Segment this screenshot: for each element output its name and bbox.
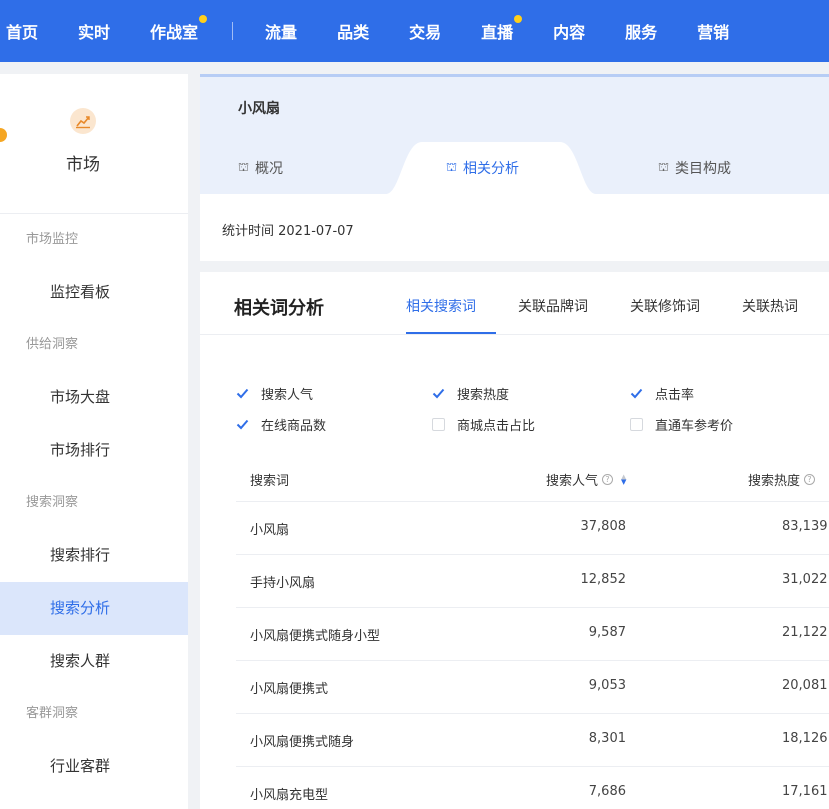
analysis-title: 相关词分析 — [234, 298, 324, 319]
bag-icon: ⛫ — [658, 160, 670, 174]
checkbox-empty-icon — [432, 418, 445, 431]
nav-home[interactable]: 首页 — [6, 19, 38, 43]
tab-category-composition[interactable]: ⛫ 类目构成 — [658, 158, 731, 178]
product-header: 小风扇 ⛫ 概况 ⛫ 相关分析 ⛫ 类目构成 — [200, 74, 829, 194]
tab-overview[interactable]: ⛫ 概况 — [238, 158, 283, 178]
checkmark-icon — [630, 387, 643, 400]
sidebar-item-market-ranking[interactable]: 市场排行 — [0, 424, 188, 477]
nav-marketing[interactable]: 营销 — [697, 19, 729, 43]
popularity-cell: 37,808 — [580, 519, 627, 534]
checkbox-search-popularity[interactable]: 搜索人气 — [236, 384, 313, 403]
popularity-cell: 9,587 — [588, 625, 626, 640]
keyword-cell: 手持小风扇 — [250, 576, 316, 591]
heat-cell: 18,126 — [782, 731, 828, 746]
top-navigation: 首页 实时 作战室 流量 品类 交易 直播 内容 服务 营销 — [0, 0, 829, 62]
heat-cell: 83,139 — [782, 519, 828, 534]
checkbox-search-heat[interactable]: 搜索热度 — [432, 384, 509, 403]
heat-cell: 20,081 — [782, 678, 828, 693]
nav-content[interactable]: 内容 — [553, 19, 585, 43]
sidebar: 市场 市场监控 监控看板 供给洞察 市场大盘 市场排行 搜索洞察 搜索排行 搜索… — [0, 74, 188, 809]
sidebar-item-search-ranking[interactable]: 搜索排行 — [0, 529, 188, 582]
nav-war-room[interactable]: 作战室 — [150, 15, 208, 43]
column-header-keyword: 搜索词 — [250, 474, 290, 489]
nav-divider — [232, 22, 234, 40]
table-row[interactable]: 小风扇便携式随身小型 9,587 21,122 — [236, 607, 829, 660]
keyword-cell: 小风扇便携式 — [250, 682, 329, 697]
sidebar-item-monitor-board[interactable]: 监控看板 — [0, 266, 188, 319]
column-header-search-heat[interactable]: 搜索热度 ? — [748, 470, 816, 489]
notification-dot-icon — [514, 15, 523, 23]
checkmark-icon — [236, 418, 249, 431]
subtab-related-brand-words[interactable]: 关联品牌词 — [518, 296, 588, 316]
divider — [200, 334, 829, 335]
heat-cell: 21,122 — [782, 625, 828, 640]
popularity-cell: 8,301 — [588, 731, 626, 746]
sidebar-item-industry-crowd[interactable]: 行业客群 — [0, 740, 188, 793]
table-row[interactable]: 小风扇便携式 9,053 20,081 — [236, 660, 829, 713]
market-label: 市场 — [66, 155, 100, 175]
sidebar-market-header: 市场 — [0, 74, 188, 214]
column-header-search-popularity[interactable]: 搜索人气 ? ▲ ▼ — [546, 470, 626, 489]
market-chart-icon — [70, 108, 96, 134]
checkbox-click-rate[interactable]: 点击率 — [630, 384, 694, 403]
keyword-cell: 小风扇便携式随身小型 — [250, 629, 381, 644]
product-tabs: ⛫ 概况 ⛫ 相关分析 ⛫ 类目构成 — [200, 142, 829, 194]
nav-traffic[interactable]: 流量 — [265, 19, 297, 43]
nav-category[interactable]: 品类 — [337, 19, 369, 43]
sidebar-group-title: 搜索洞察 — [26, 495, 79, 510]
help-icon[interactable]: ? — [804, 474, 816, 485]
checkbox-ztc-reference-price[interactable]: 直通车参考价 — [630, 415, 733, 434]
stat-time: 统计时间 2021-07-07 — [222, 224, 354, 239]
product-title: 小风扇 — [238, 101, 280, 117]
sort-icon[interactable]: ▲ ▼ — [621, 473, 626, 485]
checkbox-empty-icon — [630, 418, 643, 431]
keyword-cell: 小风扇便携式随身 — [250, 735, 355, 750]
subtab-related-search-words[interactable]: 相关搜索词 — [406, 296, 476, 316]
checkbox-mall-click-share[interactable]: 商城点击占比 — [432, 415, 535, 434]
sidebar-item-search-analysis[interactable]: 搜索分析 — [0, 582, 188, 635]
sidebar-item-search-crowd[interactable]: 搜索人群 — [0, 635, 188, 688]
tab-related-analysis[interactable]: ⛫ 相关分析 — [446, 158, 519, 178]
notification-dot-icon — [199, 15, 208, 23]
sidebar-group-title: 市场监控 — [26, 232, 79, 247]
bag-icon: ⛫ — [238, 160, 250, 174]
table-row[interactable]: 手持小风扇 12,852 31,022 — [236, 554, 829, 607]
checkmark-icon — [236, 387, 249, 400]
help-icon[interactable]: ? — [602, 474, 614, 485]
sidebar-item-market-overview[interactable]: 市场大盘 — [0, 371, 188, 424]
product-panel: 小风扇 ⛫ 概况 ⛫ 相关分析 ⛫ 类目构成 统计时间 2021-07-07 — [200, 74, 829, 261]
popularity-cell: 9,053 — [588, 678, 626, 693]
popularity-cell: 12,852 — [580, 572, 627, 587]
keyword-cell: 小风扇充电型 — [250, 788, 329, 803]
subtab-related-modifier-words[interactable]: 关联修饰词 — [630, 296, 700, 316]
bag-icon: ⛫ — [446, 160, 458, 174]
table-row[interactable]: 小风扇充电型 7,686 17,161 — [236, 766, 829, 809]
nav-service[interactable]: 服务 — [625, 19, 657, 43]
subtab-related-hot-words[interactable]: 关联热词 — [742, 296, 798, 316]
nav-live[interactable]: 直播 — [481, 15, 523, 43]
nav-transaction[interactable]: 交易 — [409, 19, 441, 43]
sidebar-group-title: 客群洞察 — [26, 706, 79, 721]
heat-cell: 17,161 — [782, 784, 828, 799]
popularity-cell: 7,686 — [588, 784, 626, 799]
collapse-handle-icon[interactable] — [0, 128, 7, 142]
checkbox-online-products[interactable]: 在线商品数 — [236, 415, 326, 434]
nav-realtime[interactable]: 实时 — [78, 19, 110, 43]
heat-cell: 31,022 — [782, 572, 828, 587]
keyword-cell: 小风扇 — [250, 523, 290, 538]
checkmark-icon — [432, 387, 445, 400]
table-row[interactable]: 小风扇便携式随身 8,301 18,126 — [236, 713, 829, 766]
related-word-analysis-panel: 相关词分析 相关搜索词 关联品牌词 关联修饰词 关联热词 搜索人气 搜索热度 点… — [200, 272, 829, 809]
table-row[interactable]: 小风扇 37,808 83,139 — [236, 501, 829, 554]
sidebar-group-title: 供给洞察 — [26, 337, 79, 352]
